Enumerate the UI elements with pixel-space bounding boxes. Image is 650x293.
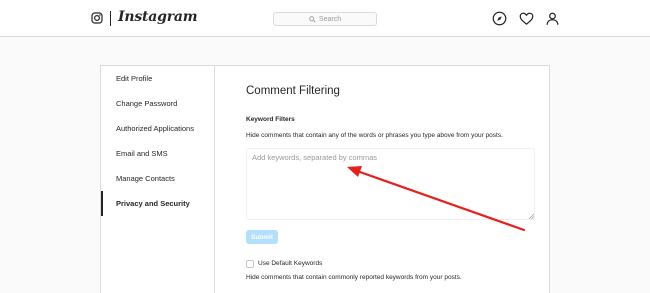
default-keywords-description: Hide comments that contain commonly repo… — [246, 274, 462, 281]
sidebar-item-email-and-sms[interactable]: Email and SMS — [101, 141, 214, 166]
compass-icon[interactable] — [492, 11, 507, 26]
top-navigation-bar: Instagram Search — [0, 0, 650, 37]
resize-grip-icon[interactable] — [528, 213, 534, 219]
settings-sidebar: Edit Profile Change Password Authorized … — [101, 66, 215, 293]
page-title: Comment Filtering — [246, 85, 340, 97]
sidebar-item-authorized-applications[interactable]: Authorized Applications — [101, 116, 214, 141]
submit-button[interactable]: Submit — [246, 230, 278, 244]
use-default-keywords-checkbox[interactable] — [246, 260, 254, 268]
sidebar-item-change-password[interactable]: Change Password — [101, 91, 214, 116]
search-input[interactable]: Search — [273, 12, 377, 26]
keyword-filters-description: Hide comments that contain any of the wo… — [246, 132, 503, 139]
search-icon — [309, 15, 316, 23]
heart-icon[interactable] — [519, 11, 534, 26]
sidebar-item-edit-profile[interactable]: Edit Profile — [101, 66, 214, 91]
use-default-keywords-label[interactable]: Use Default Keywords — [258, 260, 322, 267]
instagram-logo-icon[interactable] — [91, 12, 103, 24]
comment-filtering-panel: Comment Filtering Keyword Filters Hide c… — [215, 66, 551, 293]
sidebar-item-manage-contacts[interactable]: Manage Contacts — [101, 166, 214, 191]
search-placeholder: Search — [318, 15, 342, 23]
logo-divider — [110, 11, 111, 26]
keyword-filters-textarea[interactable] — [246, 148, 535, 220]
instagram-wordmark[interactable]: Instagram — [118, 9, 198, 25]
profile-icon[interactable] — [545, 11, 560, 26]
keyword-filters-label: Keyword Filters — [246, 116, 295, 123]
settings-card: Edit Profile Change Password Authorized … — [100, 65, 550, 293]
sidebar-item-privacy-and-security[interactable]: Privacy and Security — [101, 191, 214, 216]
